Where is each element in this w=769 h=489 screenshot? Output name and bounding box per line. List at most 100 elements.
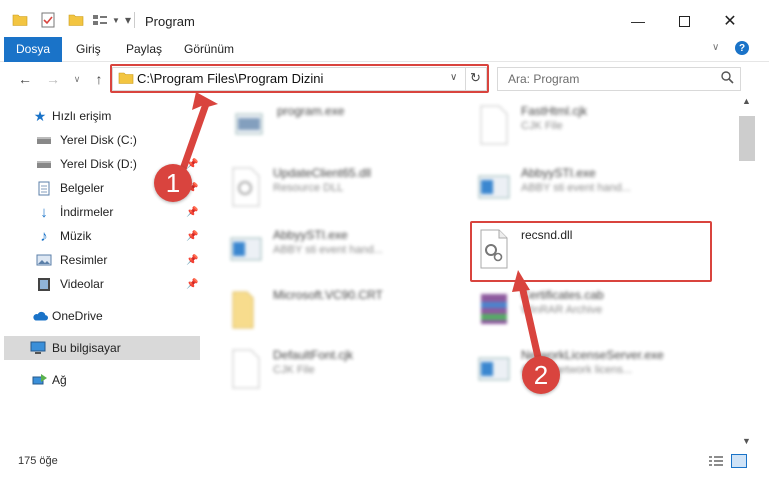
- sidebar-item-onedrive[interactable]: OneDrive: [0, 304, 200, 328]
- sidebar-item-downloads[interactable]: ↓ İndirmeler 📌: [0, 200, 200, 224]
- sidebar-item-label: Yerel Disk (D:): [60, 157, 137, 171]
- sidebar-item-local-disk-c[interactable]: Yerel Disk (C:): [0, 128, 200, 152]
- sidebar-item-network[interactable]: Ağ: [0, 368, 200, 392]
- folder-icon[interactable]: [12, 12, 28, 28]
- window-bottom: [0, 474, 769, 489]
- sidebar-item-label: Videolar: [60, 277, 104, 291]
- view-options-icon[interactable]: [92, 12, 108, 28]
- file-type: Resource DLL: [273, 182, 344, 194]
- search-box[interactable]: Ara: Program: [497, 67, 741, 91]
- list-item[interactable]: Microsoft.VC90.CRT: [229, 282, 469, 338]
- exe-file-icon: [477, 348, 511, 390]
- sidebar-item-videos[interactable]: Videolar 📌: [0, 272, 200, 296]
- file-name: program.exe: [277, 104, 345, 118]
- pin-icon[interactable]: 📌: [186, 159, 198, 170]
- forward-arrow-icon[interactable]: →: [44, 70, 62, 88]
- document-icon: [36, 180, 52, 196]
- minimize-button[interactable]: —: [618, 6, 658, 36]
- expand-ribbon-icon[interactable]: ∨: [712, 42, 719, 53]
- sidebar-item-music[interactable]: ♪ Müzik 📌: [0, 224, 200, 248]
- sidebar-item-label: Bu bilgisayar: [52, 341, 121, 355]
- tab-share[interactable]: Paylaş: [126, 37, 162, 61]
- list-item[interactable]: AbbyySTI.exe ABBY sti event hand...: [229, 222, 469, 278]
- ribbon: Dosya Giriş Paylaş Görünüm ∨ ?: [0, 37, 769, 93]
- computer-icon: [30, 340, 46, 356]
- properties-icon[interactable]: [40, 12, 56, 28]
- file-name: UpdateClient65.dll: [273, 166, 372, 180]
- new-folder-icon[interactable]: [68, 12, 84, 28]
- tab-home[interactable]: Giriş: [76, 37, 101, 61]
- search-icon: [720, 70, 734, 87]
- list-item[interactable]: DefaultFont.cjk CJK File: [229, 342, 469, 398]
- download-icon: ↓: [40, 203, 48, 221]
- list-item[interactable]: Certificates.cab WinRAR Archive: [477, 282, 717, 338]
- large-icons-view-icon[interactable]: [731, 454, 747, 468]
- file-highlight: [470, 221, 712, 282]
- file-type: ABBY sti event hand...: [273, 244, 383, 256]
- step-badge-1: 1: [154, 164, 192, 202]
- cloud-icon: [32, 308, 48, 324]
- pin-icon[interactable]: 📌: [186, 255, 198, 266]
- scroll-down-icon[interactable]: ▼: [742, 436, 751, 446]
- video-icon: [36, 276, 52, 292]
- sidebar-item-label: Yerel Disk (C:): [60, 133, 137, 147]
- list-item[interactable]: FastHtml.cjk CJK File: [477, 98, 717, 154]
- pin-icon[interactable]: 📌: [186, 207, 198, 218]
- list-item[interactable]: UpdateClient65.dll Resource DLL: [229, 160, 469, 216]
- sidebar-item-label: İndirmeler: [60, 205, 114, 219]
- list-item[interactable]: AbbyySTI.exe ABBY sti event hand...: [477, 160, 717, 216]
- list-item[interactable]: NetworkLicenseServer.exe ABBY network li…: [477, 342, 717, 398]
- exe-file-icon: [477, 166, 511, 208]
- file-name: DefaultFont.cjk: [273, 348, 354, 362]
- file-type: CJK File: [273, 364, 315, 376]
- drive-icon: [36, 156, 52, 172]
- sidebar-item-label: OneDrive: [52, 309, 103, 323]
- file-name: Microsoft.VC90.CRT: [273, 288, 383, 302]
- scrollbar-thumb[interactable]: [739, 116, 755, 161]
- file-name: AbbyySTI.exe: [521, 166, 596, 180]
- scroll-up-icon[interactable]: ▲: [742, 96, 751, 106]
- folder-icon: [229, 288, 263, 330]
- minimize-icon: —: [631, 13, 645, 29]
- title-bar: ▼ ▾ Program — ✕: [0, 0, 769, 40]
- file-name: Certificates.cab: [521, 288, 604, 302]
- maximize-button[interactable]: [664, 6, 704, 36]
- pictures-icon: [36, 252, 52, 268]
- network-icon: [32, 372, 48, 388]
- search-input[interactable]: Ara: Program: [508, 72, 579, 86]
- file-type: CJK File: [521, 120, 563, 132]
- file-icon: [229, 348, 263, 390]
- file-type: ABBY sti event hand...: [521, 182, 631, 194]
- exe-file-icon: [229, 228, 263, 270]
- item-count: 175 öğe: [18, 455, 58, 467]
- file-icon: [477, 104, 511, 146]
- vertical-scrollbar[interactable]: ▲ ▼: [739, 94, 755, 451]
- pin-icon[interactable]: 📌: [186, 279, 198, 290]
- pin-icon[interactable]: 📌: [186, 231, 198, 242]
- back-arrow-icon[interactable]: ←: [16, 70, 34, 88]
- maximize-icon: [678, 15, 690, 27]
- window-title: Program: [145, 14, 195, 29]
- sidebar-item-label: Resimler: [60, 253, 108, 267]
- address-highlight: [110, 64, 489, 93]
- sidebar-item-pictures[interactable]: Resimler 📌: [0, 248, 200, 272]
- sidebar-item-this-pc[interactable]: Bu bilgisayar: [4, 336, 200, 360]
- list-item[interactable]: program.exe: [233, 98, 473, 154]
- file-name: AbbyySTI.exe: [273, 228, 348, 242]
- step-badge-2: 2: [522, 356, 560, 394]
- sidebar-item-label: Hızlı erişim: [52, 109, 112, 123]
- details-view-icon[interactable]: [708, 455, 724, 470]
- music-icon: ♪: [40, 227, 48, 245]
- sidebar-item-label: Belgeler: [60, 181, 105, 195]
- tab-view[interactable]: Görünüm: [184, 37, 234, 61]
- help-icon[interactable]: ?: [735, 41, 749, 55]
- exe-file-icon: [233, 104, 267, 146]
- up-arrow-icon[interactable]: ↑: [90, 70, 108, 88]
- sidebar-item-label: Müzik: [60, 229, 92, 243]
- dll-file-icon: [229, 166, 263, 208]
- close-icon: ✕: [723, 13, 737, 30]
- recent-locations-icon[interactable]: ∨: [68, 70, 86, 88]
- sidebar-item-quick-access[interactable]: ★ Hızlı erişim: [0, 104, 200, 128]
- file-name: FastHtml.cjk: [521, 104, 587, 118]
- close-button[interactable]: ✕: [710, 6, 750, 36]
